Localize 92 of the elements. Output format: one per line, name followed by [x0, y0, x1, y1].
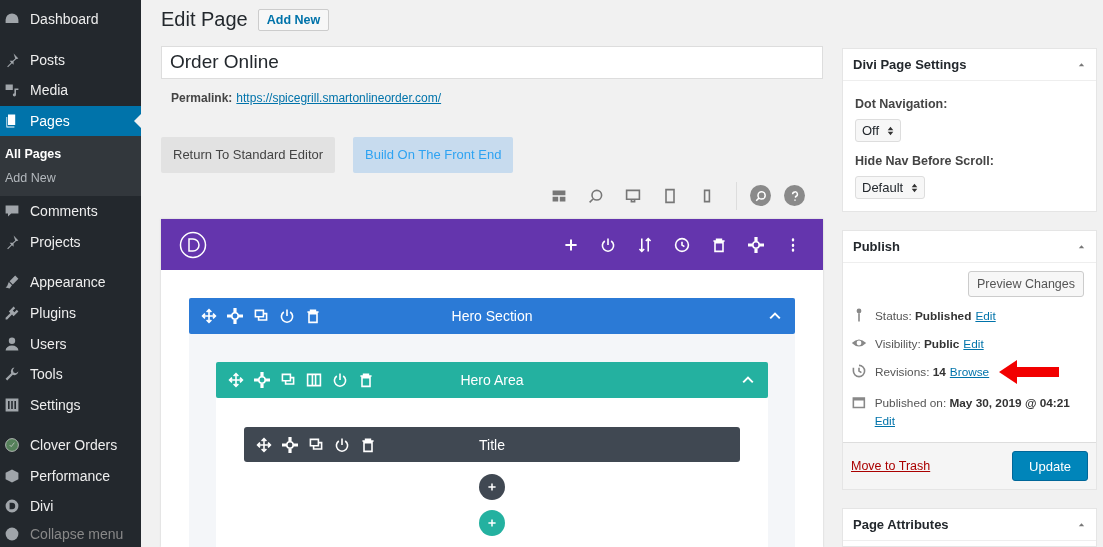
sidebar-item[interactable]: Projects — [0, 226, 141, 258]
row-label: Hero Area — [459, 372, 525, 388]
submenu-item[interactable]: Add New — [0, 166, 141, 191]
duplicate-icon — [308, 436, 324, 453]
trash-icon — [360, 436, 376, 453]
edit-link[interactable]: Edit — [975, 307, 996, 325]
select-dropdown[interactable]: Off — [855, 119, 902, 142]
collapse-caret-icon — [1077, 520, 1086, 529]
brush-icon — [4, 274, 20, 291]
help-icon[interactable] — [784, 185, 805, 207]
edit-link[interactable]: Edit — [874, 412, 895, 430]
sidebar-item[interactable]: Media — [0, 75, 141, 106]
add-new-button[interactable]: Add New — [257, 8, 330, 31]
field-label: Dot Navigation: — [855, 97, 948, 111]
move-icon — [256, 436, 272, 453]
title-field[interactable]: Order Online — [161, 46, 823, 79]
panel-title: Page Attributes — [853, 517, 949, 532]
edit-link[interactable]: Edit — [963, 335, 984, 353]
power-icon — [600, 236, 616, 253]
module-label: Title — [478, 436, 506, 453]
add-icon — [563, 236, 579, 253]
sidebar-item[interactable]: Clover Orders — [0, 429, 141, 461]
search-icon — [588, 187, 604, 204]
browse-link[interactable]: Browse — [949, 363, 990, 381]
submenu-item[interactable]: All Pages — [0, 142, 141, 167]
page-heading: Edit Page — [161, 8, 248, 31]
editor-button[interactable]: Return To Standard Editor — [161, 136, 336, 173]
trash-icon — [711, 236, 727, 253]
sort-icon — [637, 236, 653, 253]
columns-icon — [306, 372, 322, 388]
tablet-icon — [662, 187, 678, 204]
panel-title: Divi Page Settings — [853, 57, 967, 72]
update-button[interactable]: Update — [1012, 451, 1088, 481]
sidebar-item[interactable]: Pages — [0, 105, 141, 137]
move-icon — [201, 308, 217, 324]
add-module-button[interactable] — [479, 474, 505, 500]
settings-icon — [282, 436, 298, 453]
history-icon — [674, 236, 690, 253]
permalink-link[interactable]: https://spicegrill.smartonlineorder.com/ — [236, 90, 442, 105]
pointer-arrow-drawing — [999, 360, 1060, 384]
collapse-caret-icon — [1077, 60, 1086, 69]
divi-icon — [4, 498, 20, 515]
power-icon — [334, 436, 350, 453]
sidebar-item[interactable]: Dashboard — [0, 4, 141, 35]
pin-icon — [4, 233, 20, 250]
sidebar-item[interactable]: Tools — [0, 358, 141, 390]
up-down-arrows-icon — [911, 182, 919, 193]
preview-changes-button[interactable]: Preview Changes — [968, 271, 1084, 297]
settings-icon — [254, 372, 270, 388]
plus-icon — [486, 517, 498, 529]
move-to-trash-link[interactable]: Move to Trash — [851, 459, 931, 473]
sidebar-item[interactable]: Settings — [0, 389, 141, 420]
desktop-icon — [625, 187, 641, 204]
settings-icon — [227, 308, 243, 324]
settings-icon — [748, 236, 764, 253]
panel-title: Publish — [853, 239, 900, 254]
sidebar-item[interactable]: Appearance — [0, 267, 141, 298]
publish-info-text: Revisions: 14 — [875, 364, 946, 381]
duplicate-icon — [280, 372, 296, 388]
select-dropdown[interactable]: Default — [855, 176, 926, 199]
trash-icon — [358, 372, 374, 388]
power-icon — [332, 372, 348, 388]
up-down-arrows-icon — [887, 125, 895, 136]
sidebar-item[interactable]: Comments — [0, 196, 141, 227]
move-icon — [228, 372, 244, 388]
clock-icon — [851, 363, 867, 379]
publish-info-text: Visibility: Public — [875, 336, 960, 353]
publish-info-text: Status: Published — [875, 308, 972, 325]
search-icon[interactable] — [750, 185, 771, 207]
sidebar-item[interactable]: Posts — [0, 44, 141, 75]
sidebar-item[interactable]: Divi — [0, 490, 141, 522]
wrench-icon — [4, 366, 20, 383]
calendar-icon — [851, 394, 867, 410]
permalink-label: Permalink: — [171, 90, 233, 105]
section-label: Hero Section — [450, 308, 534, 324]
sidebar-item[interactable]: Collapse menu — [0, 521, 141, 547]
trash-icon — [305, 308, 321, 324]
sidebar-item[interactable]: Performance — [0, 460, 141, 491]
add-row-button[interactable] — [479, 510, 505, 536]
sidebar-item[interactable]: Plugins — [0, 297, 141, 329]
layout-icon — [551, 187, 567, 204]
pin-icon — [4, 51, 20, 68]
publish-info-text: Published on: May 30, 2019 @ 04:21 — [874, 395, 1070, 412]
duplicate-icon — [253, 308, 269, 324]
plus-icon — [486, 481, 498, 493]
sidebar-item[interactable]: Users — [0, 328, 141, 359]
power-icon — [279, 308, 295, 324]
user-icon — [4, 335, 20, 352]
media-icon — [4, 82, 20, 99]
divi-logo-icon — [179, 230, 207, 259]
collapse-caret-icon — [1077, 242, 1086, 251]
field-label: Hide Nav Before Scroll: — [855, 154, 994, 168]
